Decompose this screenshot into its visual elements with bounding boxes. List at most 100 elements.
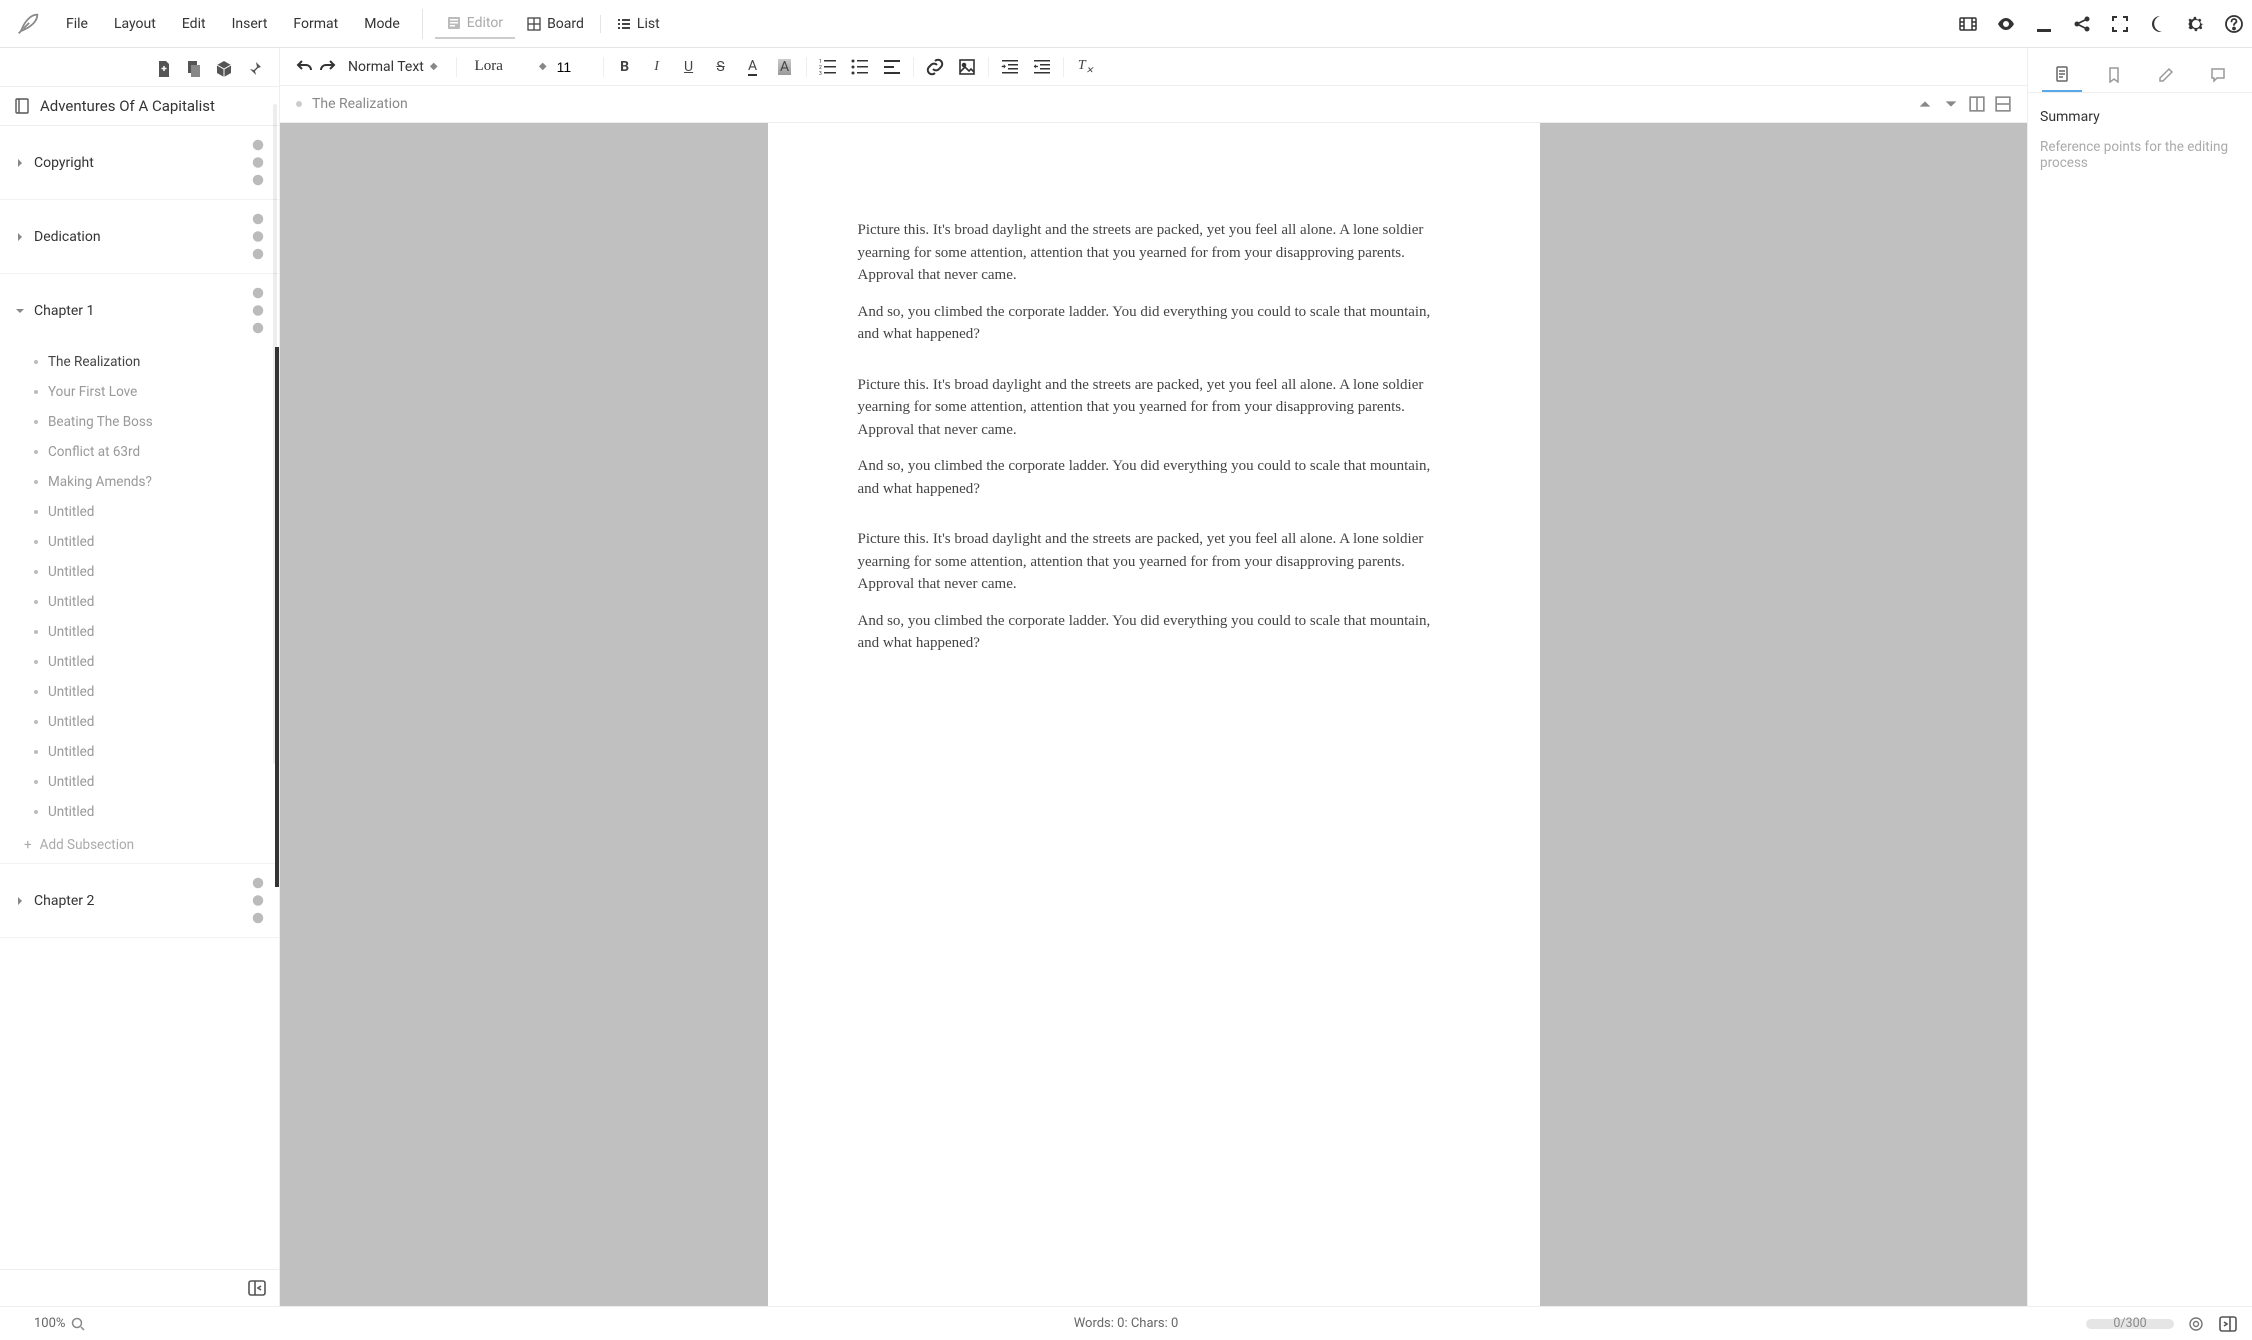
image-icon[interactable] (958, 57, 976, 77)
strikethrough-icon[interactable]: S (712, 57, 730, 77)
inspector: Summary Reference points for the editing… (2028, 48, 2252, 1306)
clear-formatting-icon[interactable]: T✕ (1076, 57, 1096, 77)
tab-list[interactable]: List (605, 10, 672, 38)
sub-untitled[interactable]: Untitled (0, 737, 279, 767)
sub-making-amends[interactable]: Making Amends? (0, 467, 279, 497)
sub-beating-the-boss[interactable]: Beating The Boss (0, 407, 279, 437)
moon-icon[interactable] (2148, 14, 2168, 34)
inspector-tab-bookmark[interactable] (2094, 58, 2134, 92)
bullet-icon (34, 690, 38, 694)
collapse-sidebar-icon[interactable] (247, 1278, 267, 1298)
italic-icon[interactable]: I (648, 57, 666, 77)
expand-panel-icon[interactable] (2218, 1314, 2238, 1334)
sub-untitled[interactable]: Untitled (0, 677, 279, 707)
paragraph[interactable]: Picture this. It's broad daylight and th… (858, 374, 1450, 442)
sub-untitled[interactable]: Untitled (0, 767, 279, 797)
menu-edit[interactable]: Edit (172, 10, 216, 38)
document-page[interactable]: Picture this. It's broad daylight and th… (768, 123, 1540, 1306)
more-icon[interactable] (251, 138, 265, 187)
outdent-icon[interactable] (1033, 57, 1051, 77)
bullet-icon (34, 660, 38, 664)
paragraph[interactable]: Picture this. It's broad daylight and th… (858, 219, 1450, 287)
more-icon[interactable] (251, 286, 265, 335)
download-icon[interactable] (2034, 14, 2054, 34)
section-copyright[interactable]: Copyright (0, 126, 279, 200)
font-select[interactable]: Lora◆ (469, 56, 553, 77)
document-viewport[interactable]: Picture this. It's broad daylight and th… (280, 123, 2027, 1306)
progress-bar[interactable]: 0/300 (2086, 1319, 2174, 1329)
target-icon[interactable] (2188, 1316, 2204, 1332)
menu-file[interactable]: File (56, 10, 98, 38)
bullet-icon (296, 101, 302, 107)
paragraph[interactable]: And so, you climbed the corporate ladder… (858, 301, 1450, 346)
ordered-list-icon[interactable]: 123 (819, 57, 837, 77)
prev-doc-icon[interactable] (1917, 96, 1933, 112)
underline-icon[interactable]: U (680, 57, 698, 77)
paragraph[interactable]: Picture this. It's broad daylight and th… (858, 528, 1450, 596)
gear-icon[interactable] (2186, 14, 2206, 34)
share-icon[interactable] (2072, 14, 2092, 34)
fullscreen-icon[interactable] (2110, 14, 2130, 34)
tab-board[interactable]: Board (515, 10, 596, 38)
bullet-icon (34, 720, 38, 724)
highlight-icon[interactable]: A (776, 57, 794, 77)
redo-icon[interactable] (318, 57, 338, 77)
pin-icon[interactable] (245, 60, 263, 78)
section-chapter-2[interactable]: Chapter 2 (0, 863, 279, 938)
zoom-value: 100% (34, 1316, 65, 1331)
new-doc-icon[interactable] (155, 60, 173, 78)
more-icon[interactable] (251, 876, 265, 925)
zoom-control[interactable]: 100% (34, 1316, 85, 1331)
editor-column: Normal Text◆ Lora◆ B I U S A A 123 (280, 48, 2028, 1306)
board-view-icon (527, 17, 541, 31)
font-select-label: Lora (475, 58, 503, 75)
video-icon[interactable] (1958, 14, 1978, 34)
align-icon[interactable] (883, 57, 901, 77)
cube-icon[interactable] (215, 60, 233, 78)
text-color-icon[interactable]: A (744, 57, 762, 77)
style-select[interactable]: Normal Text◆ (342, 57, 444, 77)
sub-untitled[interactable]: Untitled (0, 797, 279, 827)
inspector-placeholder[interactable]: Reference points for the editing process (2040, 139, 2240, 171)
bullet-icon (34, 630, 38, 634)
menu-layout[interactable]: Layout (104, 10, 166, 38)
inspector-tab-edit[interactable] (2146, 58, 2186, 92)
sub-untitled[interactable]: Untitled (0, 647, 279, 677)
inspector-tab-notes[interactable] (2042, 58, 2082, 92)
sub-untitled[interactable]: Untitled (0, 617, 279, 647)
section-chapter-1[interactable]: Chapter 1 (0, 274, 279, 347)
font-size-input[interactable] (557, 59, 591, 75)
sub-your-first-love[interactable]: Your First Love (0, 377, 279, 407)
inspector-tab-comment[interactable] (2198, 58, 2238, 92)
section-dedication[interactable]: Dedication (0, 200, 279, 274)
paragraph[interactable]: And so, you climbed the corporate ladder… (858, 610, 1450, 655)
link-icon[interactable] (926, 57, 944, 77)
split-horizontal-icon[interactable] (1995, 96, 2011, 112)
sub-untitled[interactable]: Untitled (0, 527, 279, 557)
copy-doc-icon[interactable] (185, 60, 203, 78)
book-title-row[interactable]: Adventures Of A Capitalist (0, 86, 279, 126)
sub-untitled[interactable]: Untitled (0, 497, 279, 527)
sub-the-realization[interactable]: The Realization (0, 347, 279, 377)
help-icon[interactable] (2224, 14, 2244, 34)
menu-mode[interactable]: Mode (354, 10, 410, 38)
paragraph[interactable]: And so, you climbed the corporate ladder… (858, 455, 1450, 500)
sub-untitled[interactable]: Untitled (0, 587, 279, 617)
split-vertical-icon[interactable] (1969, 96, 1985, 112)
menu-format[interactable]: Format (283, 10, 348, 38)
tab-editor[interactable]: Editor (435, 9, 515, 39)
next-doc-icon[interactable] (1943, 96, 1959, 112)
eye-icon[interactable] (1996, 14, 2016, 34)
bold-icon[interactable]: B (616, 57, 634, 77)
bullet-icon (34, 570, 38, 574)
add-subsection[interactable]: +Add Subsection (0, 827, 279, 863)
sub-untitled[interactable]: Untitled (0, 707, 279, 737)
indent-icon[interactable] (1001, 57, 1019, 77)
bullet-list-icon[interactable] (851, 57, 869, 77)
sub-untitled[interactable]: Untitled (0, 557, 279, 587)
more-icon[interactable] (251, 212, 265, 261)
main-area: Adventures Of A Capitalist Copyright Ded… (0, 48, 2252, 1306)
undo-icon[interactable] (294, 57, 314, 77)
sub-conflict-at-63rd[interactable]: Conflict at 63rd (0, 437, 279, 467)
menu-insert[interactable]: Insert (222, 10, 278, 38)
